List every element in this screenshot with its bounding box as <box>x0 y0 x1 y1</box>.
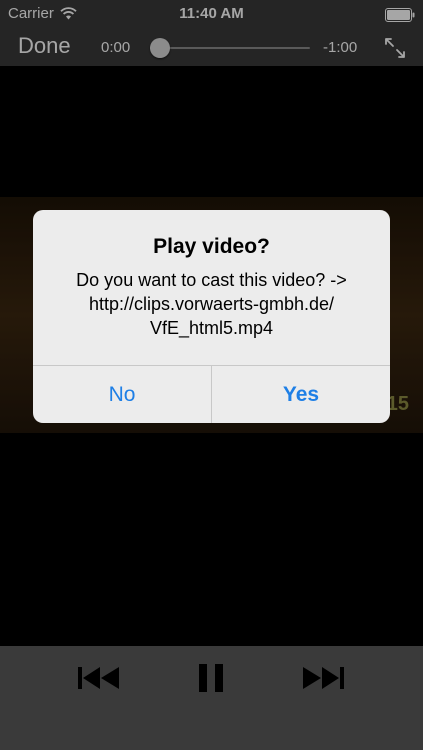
next-button[interactable] <box>293 661 353 695</box>
yes-button[interactable]: Yes <box>212 366 390 423</box>
previous-button[interactable] <box>69 661 129 695</box>
alert-message-line: Do you want to cast this video? -> <box>76 270 347 290</box>
alert-message-line: http://clips.vorwaerts-gmbh.de/ <box>88 294 335 314</box>
no-button[interactable]: No <box>33 366 212 423</box>
pause-icon <box>199 664 223 692</box>
alert-title: Play video? <box>153 235 270 258</box>
pause-button[interactable] <box>181 661 241 695</box>
alert-message-line: VfE_html5.mp4 <box>149 318 274 338</box>
skip-forward-icon <box>303 667 344 689</box>
alert-message: Do you want to cast this video? -> http:… <box>47 268 376 340</box>
video-player-screen: Carrier 11:40 AM Done 0:00 -1:00 15 Play… <box>0 0 423 750</box>
playback-controls <box>0 646 423 750</box>
alert-dialog: Play video? Do you want to cast this vid… <box>33 210 390 423</box>
alert-buttons: No Yes <box>33 365 390 423</box>
skip-back-icon <box>78 667 119 689</box>
